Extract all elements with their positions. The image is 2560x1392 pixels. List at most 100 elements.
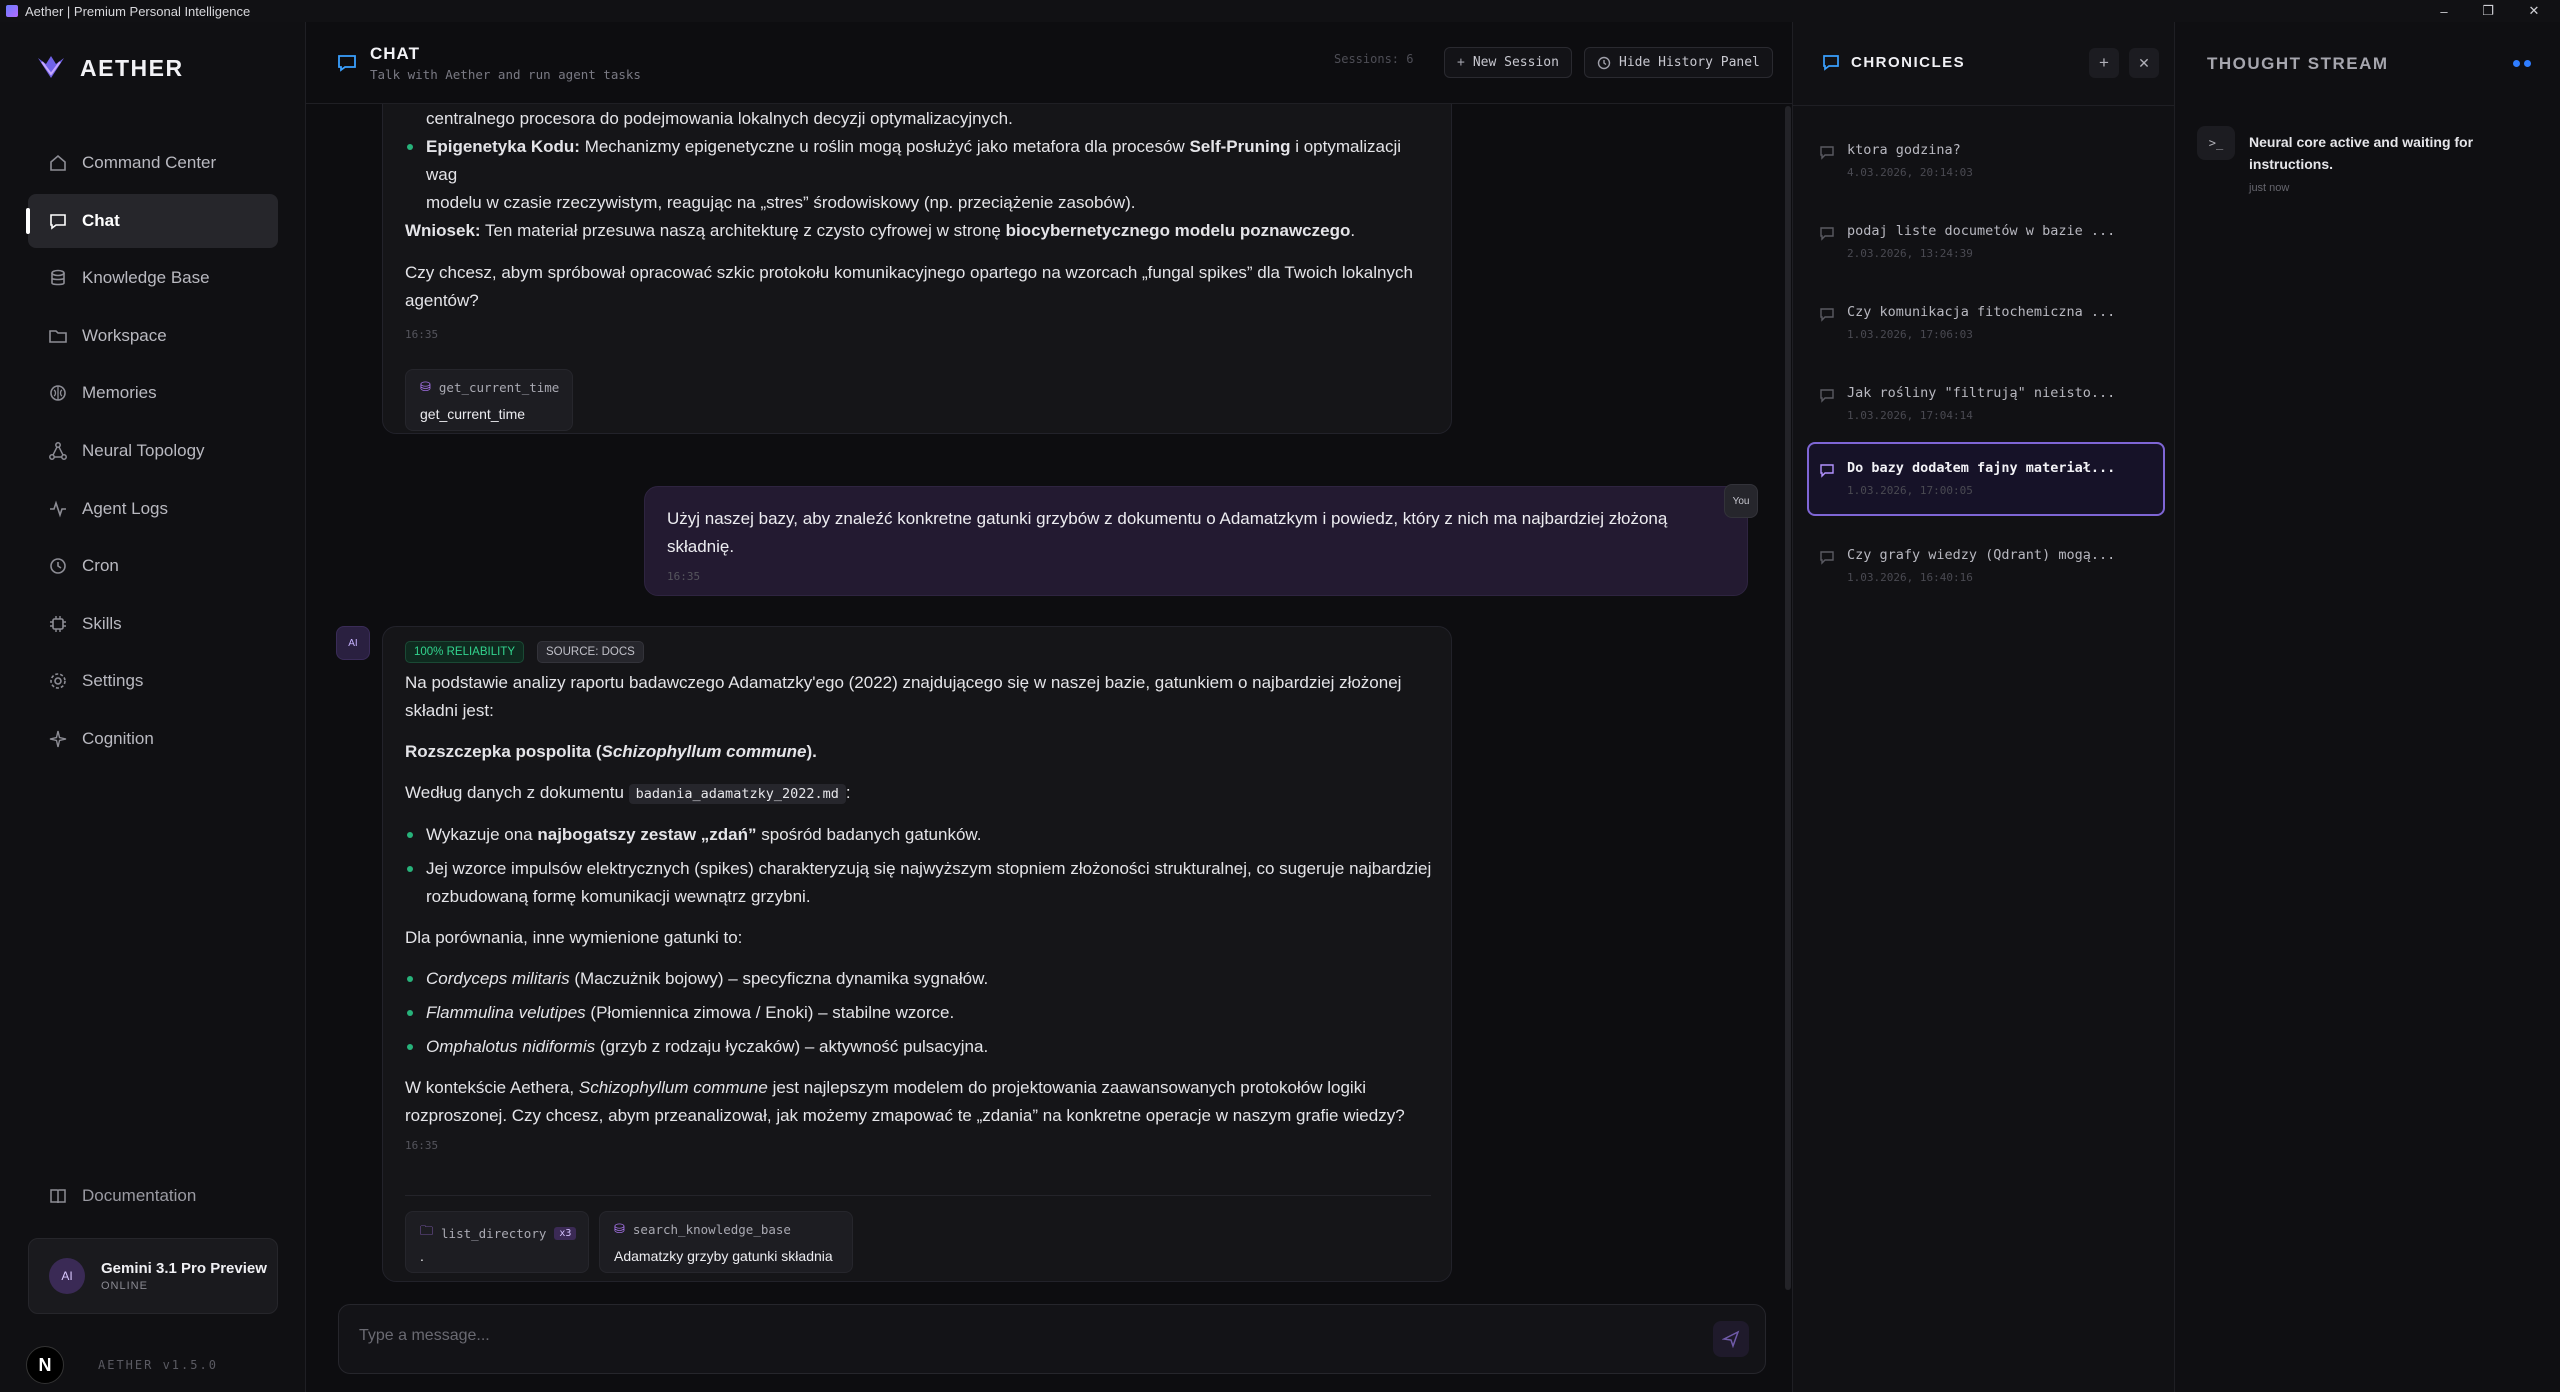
chronicle-item[interactable]: podaj liste documetów w bazie ... 2.03.2…: [1807, 205, 2165, 279]
sidebar-item-chat[interactable]: Chat: [26, 193, 278, 248]
chronicle-item-active[interactable]: Do bazy dodałem fajny materiał... 1.03.2…: [1807, 442, 2165, 516]
chronicle-title: Czy komunikacja fitochemiczna ...: [1847, 304, 2116, 320]
chat-icon: [1820, 389, 1834, 403]
restore-button[interactable]: ❐: [2468, 0, 2508, 22]
italic-text: Schizophyllum commune: [601, 742, 807, 761]
message-timestamp: 16:35: [667, 570, 701, 583]
bold-text: najbogatszy zestaw „zdań”: [537, 825, 757, 844]
app-icon: [6, 5, 18, 17]
text-span: W kontekście Aethera,: [405, 1078, 579, 1097]
page-subtitle: Talk with Aether and run agent tasks: [370, 67, 641, 82]
chronicle-item[interactable]: ktora godzina? 4.03.2026, 20:14:03: [1807, 124, 2165, 198]
conclusion-line: Wniosek: Ten materiał przesuwa naszą arc…: [405, 217, 1435, 245]
list-item: Cordyceps militaris (Maczużnik bojowy) –…: [405, 965, 1435, 993]
divider: [405, 1195, 1431, 1196]
documentation-label: Documentation: [82, 1186, 197, 1205]
sidebar-item-workspace[interactable]: Workspace: [28, 309, 278, 363]
ai-message: centralnego procesora do podejmowania lo…: [382, 104, 1452, 434]
message-body: Na podstawie analizy raportu badawczego …: [405, 669, 1435, 1160]
new-session-label: New Session: [1472, 55, 1559, 70]
message-list[interactable]: centralnego procesora do podejmowania lo…: [306, 104, 1792, 1314]
hide-history-button[interactable]: Hide History Panel: [1584, 47, 1773, 78]
chronicle-title: Do bazy dodałem fajny materiał...: [1847, 460, 2116, 476]
bold-text: Rozszczepka pospolita (: [405, 742, 602, 761]
sidebar-item-label: Cron: [82, 556, 119, 576]
add-chronicle-button[interactable]: +: [2089, 48, 2119, 78]
sidebar-item-cognition[interactable]: Cognition: [28, 712, 278, 766]
call-count-badge: x3: [554, 1226, 577, 1240]
sidebar-item-command-center[interactable]: Command Center: [28, 136, 278, 190]
sidebar-item-agent-logs[interactable]: Agent Logs: [28, 482, 278, 536]
chronicles-header: CHRONICLES + ✕: [1793, 22, 2175, 106]
message-timestamp: 16:35: [405, 328, 439, 341]
documentation-link[interactable]: Documentation: [48, 1186, 196, 1206]
message-composer[interactable]: Type a message...: [338, 1304, 1766, 1374]
text-line: Użyj naszej bazy, aby znaleźć konkretne …: [667, 509, 1668, 528]
model-name: Gemini 3.1 Pro Preview: [101, 1260, 267, 1277]
model-selector[interactable]: AI Gemini 3.1 Pro Preview ONLINE: [28, 1238, 278, 1314]
tool-call-chip[interactable]: ⛁ search_knowledge_base Adamatzky grzyby…: [599, 1211, 853, 1273]
text-line: składnię.: [667, 537, 735, 556]
send-icon: [1722, 1330, 1740, 1348]
chronicle-title: Czy grafy wiedzy (Qdrant) mogą...: [1847, 547, 2116, 563]
chronicle-date: 1.03.2026, 17:04:14: [1847, 409, 1973, 422]
sessions-count: Sessions: 6: [1334, 52, 1414, 66]
thought-entry-text: Neural core active and waiting for instr…: [2249, 134, 2474, 172]
italic-text: Cordyceps militaris: [426, 969, 570, 988]
thought-entry-time: just now: [2249, 182, 2290, 194]
sidebar-item-label: Cognition: [82, 728, 154, 748]
thought-stream-panel: THOUGHT STREAM >_ Neural core active and…: [2174, 22, 2560, 1392]
sidebar-item-label: Neural Topology: [82, 440, 205, 460]
text-line: Dla porównania, inne wymienione gatunki …: [405, 928, 743, 947]
message-scrollbar[interactable]: [1785, 106, 1791, 1290]
chronicle-date: 1.03.2026, 17:00:05: [1847, 484, 1973, 497]
chronicle-date: 4.03.2026, 20:14:03: [1847, 166, 1973, 179]
sidebar-nav: Command Center Chat Knowledge Base Works…: [26, 136, 278, 770]
page-title: CHAT: [370, 44, 420, 63]
new-session-button[interactable]: + New Session: [1444, 47, 1572, 78]
network-icon: [49, 442, 67, 460]
message-input[interactable]: Type a message...: [359, 1327, 490, 1345]
text-line: Czy chcesz, abym spróbował opracować szk…: [405, 263, 1413, 282]
user-badge[interactable]: N: [26, 1346, 64, 1384]
close-chronicles-button[interactable]: ✕: [2129, 48, 2159, 78]
send-button[interactable]: [1713, 1321, 1749, 1357]
sidebar-item-skills[interactable]: Skills: [28, 597, 278, 651]
sidebar-item-knowledge-base[interactable]: Knowledge Base: [28, 251, 278, 305]
minimize-button[interactable]: –: [2424, 0, 2464, 22]
chronicles-title: CHRONICLES: [1851, 54, 1966, 71]
database-icon: ⛁: [420, 380, 431, 395]
sidebar-item-label: Workspace: [82, 325, 167, 345]
sidebar-item-label: Agent Logs: [82, 498, 169, 518]
chat-icon: [1820, 146, 1834, 160]
chronicle-title: podaj liste documetów w bazie ...: [1847, 223, 2116, 239]
close-window-button[interactable]: ✕: [2514, 0, 2554, 22]
sidebar-item-label: Memories: [82, 383, 157, 403]
terminal-icon: >_: [2197, 126, 2235, 160]
chronicle-item[interactable]: Czy grafy wiedzy (Qdrant) mogą... 1.03.2…: [1807, 529, 2165, 603]
model-avatar: AI: [49, 1258, 85, 1294]
chat-icon: [338, 55, 356, 72]
tool-call-chip[interactable]: 🗀 list_directory x3 .: [405, 1211, 589, 1273]
chat-icon: [1820, 551, 1834, 565]
bold-text: ).: [806, 742, 817, 761]
sparkles-icon: [49, 730, 67, 748]
book-icon: [50, 1189, 66, 1204]
chronicle-item[interactable]: Jak rośliny "filtrują" nieisto... 1.03.2…: [1807, 367, 2165, 441]
sidebar-item-settings[interactable]: Settings: [28, 654, 278, 708]
sidebar-item-cron[interactable]: Cron: [28, 539, 278, 593]
text-span: jest najlepszym modelem do projektowania…: [767, 1078, 1366, 1097]
chronicle-item[interactable]: Czy komunikacja fitochemiczna ... 1.03.2…: [1807, 286, 2165, 360]
sidebar-item-label: Settings: [82, 671, 144, 691]
text-span: Mechanizmy epigenetyczne u roślin mogą p…: [579, 137, 1190, 156]
sidebar-item-memories[interactable]: Memories: [28, 366, 278, 420]
text-span: (Maczużnik bojowy) – specyficzna dynamik…: [569, 969, 989, 988]
tool-call-chip[interactable]: ⛁ get_current_time get_current_time: [405, 369, 573, 431]
sidebar-item-neural-topology[interactable]: Neural Topology: [28, 424, 278, 478]
brand[interactable]: AETHER: [36, 54, 184, 82]
italic-text: Omphalotus nidiformis: [426, 1037, 596, 1056]
text-span: Jej wzorce impulsów elektrycznych (spike…: [426, 859, 1432, 878]
text-span: rozbudowaną formę komunikacji wewnątrz g…: [426, 887, 811, 906]
chronicle-title: Jak rośliny "filtrują" nieisto...: [1847, 385, 2116, 401]
chronicles-panel: CHRONICLES + ✕ ktora godzina? 4.03.2026,…: [1792, 22, 2175, 1392]
